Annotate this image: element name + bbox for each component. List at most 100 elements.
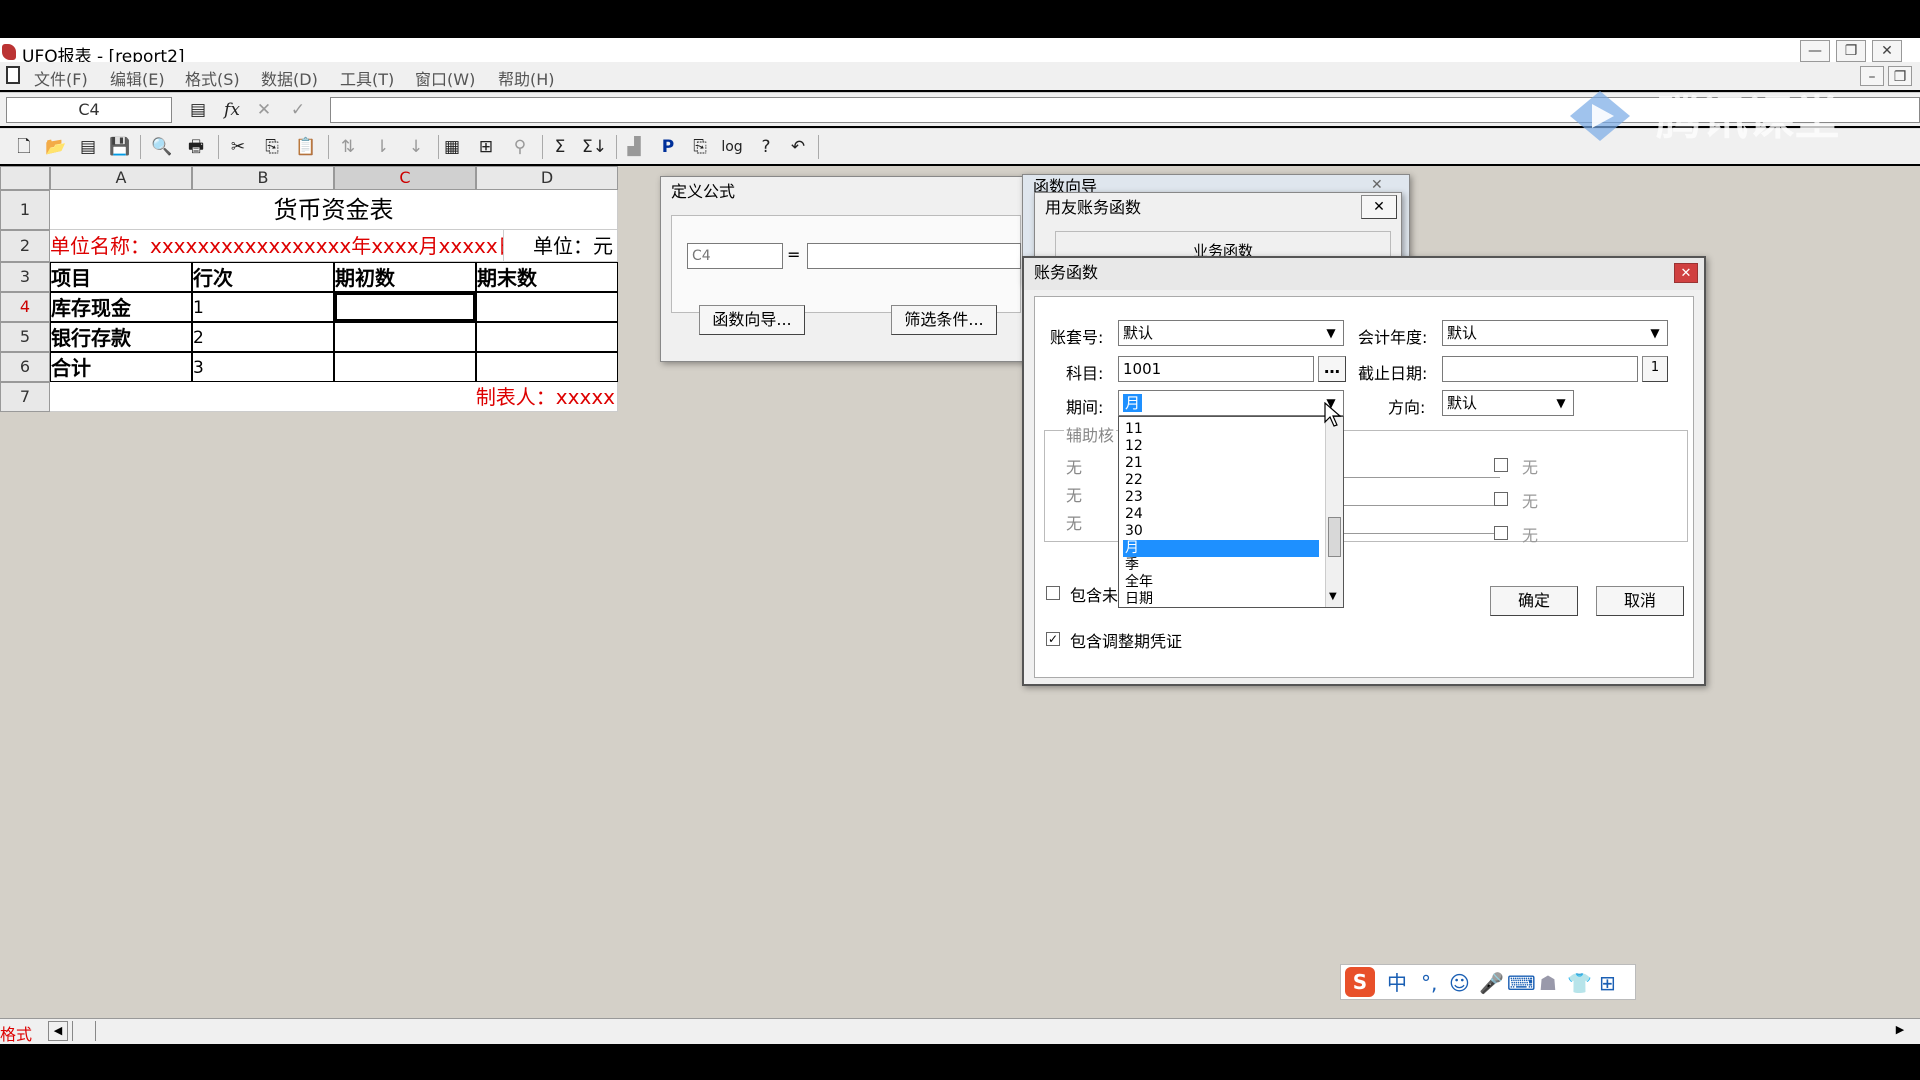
- row-header-5[interactable]: 5: [0, 322, 50, 352]
- row-header-6[interactable]: 6: [0, 352, 50, 382]
- sum-down-icon[interactable]: Σ↓: [582, 135, 607, 159]
- ufida-close-button[interactable]: ✕: [1361, 195, 1397, 219]
- row-header-2[interactable]: 2: [0, 230, 50, 262]
- skin-icon[interactable]: 👕: [1567, 971, 1592, 995]
- list-item[interactable]: 22: [1123, 472, 1319, 489]
- sort-desc-icon[interactable]: ⇂: [370, 135, 394, 159]
- menu-edit[interactable]: 编辑(E): [110, 66, 165, 90]
- new-icon[interactable]: 🗋: [12, 135, 36, 159]
- row-header-1[interactable]: 1: [0, 190, 50, 230]
- table-icon[interactable]: ▦: [440, 135, 464, 159]
- print-preview-icon[interactable]: 🔍: [150, 135, 174, 159]
- page-icon[interactable]: ▤: [76, 135, 100, 159]
- filter-condition-button[interactable]: 筛选条件...: [891, 305, 997, 335]
- function-wizard-close-icon[interactable]: ✕: [1371, 177, 1383, 193]
- formula-expression-input[interactable]: [807, 243, 1021, 269]
- unit-label-cell[interactable]: 单位：元: [504, 230, 618, 262]
- user-icon[interactable]: ☗: [1539, 971, 1557, 995]
- sum-icon[interactable]: Σ: [548, 135, 572, 159]
- direction-select[interactable]: 默认 ▼: [1442, 390, 1574, 416]
- column-header-b[interactable]: B: [192, 166, 334, 190]
- page-break-icon[interactable]: ⎘: [688, 135, 712, 159]
- list-item[interactable]: 21: [1123, 455, 1319, 472]
- row-header-3[interactable]: 3: [0, 262, 50, 292]
- list-item[interactable]: 季: [1123, 557, 1319, 574]
- selected-cell-c4[interactable]: [334, 292, 476, 322]
- column-header-d[interactable]: D: [476, 166, 618, 190]
- row-header-7[interactable]: 7: [0, 382, 50, 412]
- emoji-icon[interactable]: ☺: [1449, 971, 1470, 995]
- aux-checkbox-2[interactable]: [1494, 492, 1508, 506]
- include-adjust-checkbox[interactable]: ✓: [1046, 632, 1060, 646]
- confirm-icon[interactable]: ✓: [286, 98, 310, 122]
- chart-icon[interactable]: ▟: [622, 135, 646, 159]
- preparer-cell[interactable]: 制表人：xxxxx: [50, 382, 618, 412]
- menu-data[interactable]: 数据(D): [261, 66, 318, 90]
- list-item[interactable]: 日期: [1123, 591, 1319, 607]
- header-cell-item[interactable]: 项目: [50, 262, 192, 292]
- calendar-icon[interactable]: 1: [1642, 356, 1668, 382]
- microphone-icon[interactable]: 🎤: [1479, 971, 1504, 995]
- table-cell-d4[interactable]: [476, 292, 618, 322]
- header-cell-opening[interactable]: 期初数: [334, 262, 476, 292]
- table-cell-d5[interactable]: [476, 322, 618, 352]
- menu-format[interactable]: 格式(S): [185, 66, 240, 90]
- subject-browse-button[interactable]: …: [1318, 356, 1346, 382]
- table-cell-d6[interactable]: [476, 352, 618, 382]
- chinese-mode-icon[interactable]: 中: [1387, 971, 1407, 995]
- header-cell-closing[interactable]: 期末数: [476, 262, 618, 292]
- cell-reference-box[interactable]: C4: [6, 97, 172, 123]
- toolbox-icon[interactable]: ⊞: [1599, 971, 1616, 995]
- table-row-line[interactable]: 1: [192, 292, 334, 322]
- chevron-down-icon[interactable]: ▼: [1646, 324, 1664, 342]
- mdi-restore-button[interactable]: ❐: [1888, 66, 1912, 86]
- table-row-item[interactable]: 库存现金: [50, 292, 192, 322]
- list-item-selected[interactable]: 月: [1123, 540, 1319, 557]
- menu-help[interactable]: 帮助(H): [498, 66, 555, 90]
- chevron-down-icon[interactable]: ▼: [1322, 324, 1340, 342]
- list-item[interactable]: 12: [1123, 438, 1319, 455]
- help-cursor-icon[interactable]: ?: [754, 135, 778, 159]
- table-row-line[interactable]: 3: [192, 352, 334, 382]
- cancel-button[interactable]: 取消: [1596, 586, 1684, 616]
- scrollbar-thumb[interactable]: [1328, 517, 1341, 557]
- paste-icon[interactable]: 📋: [294, 135, 318, 159]
- account-set-select[interactable]: 默认 ▼: [1118, 320, 1344, 346]
- sheet-corner[interactable]: [0, 166, 50, 190]
- list-item[interactable]: 全年: [1123, 574, 1319, 591]
- save-icon[interactable]: 💾: [108, 135, 132, 159]
- maximize-button[interactable]: ❐: [1836, 40, 1866, 62]
- list-item[interactable]: 23: [1123, 489, 1319, 506]
- cancel-icon[interactable]: ✕: [252, 98, 276, 122]
- keyboard-icon[interactable]: ⌨: [1507, 971, 1536, 995]
- minimize-button[interactable]: —: [1800, 40, 1830, 62]
- list-icon[interactable]: ▤: [186, 98, 210, 122]
- menu-file[interactable]: 文件(F): [34, 66, 88, 90]
- column-header-c[interactable]: C: [334, 166, 476, 190]
- list-item[interactable]: 24: [1123, 506, 1319, 523]
- header-cell-line[interactable]: 行次: [192, 262, 334, 292]
- open-icon[interactable]: 📂: [44, 135, 68, 159]
- sort-asc-icon[interactable]: ↓: [404, 135, 428, 159]
- scroll-right-icon[interactable]: ▶: [1890, 1021, 1910, 1041]
- menu-window[interactable]: 窗口(W): [415, 66, 475, 90]
- scroll-left-icon[interactable]: ◀: [48, 1021, 68, 1041]
- close-window-button[interactable]: ✕: [1872, 40, 1902, 62]
- account-function-close-button[interactable]: ✕: [1674, 263, 1698, 283]
- aux-input-1[interactable]: [1344, 454, 1500, 478]
- sogou-logo-icon[interactable]: S: [1345, 967, 1375, 997]
- find-icon[interactable]: ⚲: [508, 135, 532, 159]
- subject-input[interactable]: 1001: [1118, 356, 1314, 382]
- sheet-tab[interactable]: [72, 1021, 96, 1041]
- menu-tools[interactable]: 工具(T): [340, 66, 394, 90]
- dropdown-scrollbar[interactable]: ▼: [1325, 417, 1343, 607]
- unit-name-cell[interactable]: 单位名称：xxxxxxxxxxxxxxxxx年xxxx月xxxxx日xx: [50, 230, 504, 262]
- document-icon[interactable]: [6, 66, 20, 84]
- ok-button[interactable]: 确定: [1490, 586, 1578, 616]
- table-row-item[interactable]: 合计: [50, 352, 192, 382]
- log-icon[interactable]: log: [720, 135, 744, 159]
- table-row-item[interactable]: 银行存款: [50, 322, 192, 352]
- include-unposted-checkbox[interactable]: [1046, 586, 1060, 600]
- period-select[interactable]: 月 ▼: [1118, 390, 1344, 416]
- scroll-down-icon[interactable]: ▼: [1329, 591, 1337, 602]
